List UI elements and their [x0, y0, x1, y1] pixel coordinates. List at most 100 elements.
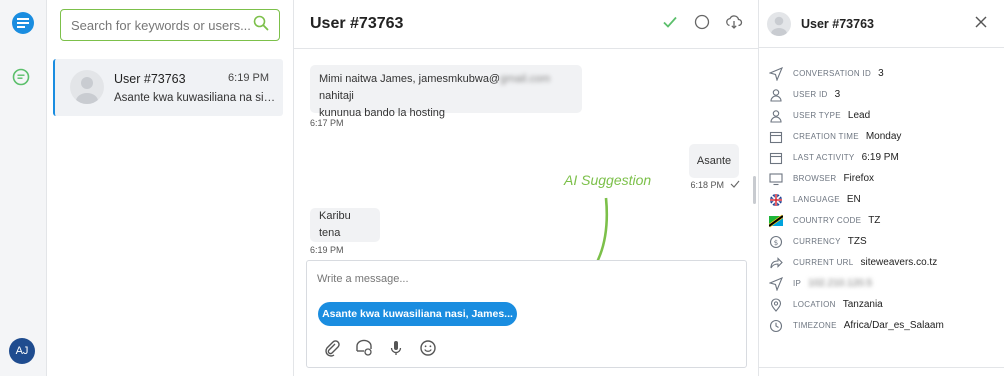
- mark-resolved-check-icon[interactable]: [661, 13, 679, 31]
- user-details-panel: User #73763 Conversation ID 3 User ID 3 …: [759, 0, 1004, 376]
- detail-row-browser: Browser Firefox: [769, 168, 944, 189]
- delivered-check-icon: [730, 180, 740, 190]
- detail-value-redacted: 102.210.120.5: [808, 278, 873, 289]
- detail-label: IP: [793, 279, 802, 288]
- detail-label: Browser: [793, 174, 837, 183]
- message-email-redacted: gmail.com: [500, 73, 551, 85]
- flag-uk-icon: [769, 193, 783, 207]
- agent-avatar[interactable]: AJ: [9, 338, 35, 364]
- detail-value: 6:19 PM: [861, 152, 899, 163]
- detail-row-country-code: Country code TZ: [769, 210, 944, 231]
- details-header: User #73763: [759, 0, 1004, 48]
- detail-value: EN: [846, 194, 861, 205]
- ai-suggestion-chip[interactable]: Asante kwa kuwasiliana nasi, James...: [318, 302, 517, 326]
- detail-row-language: Language EN: [769, 189, 944, 210]
- app-logo-icon[interactable]: [12, 12, 34, 34]
- message-time: 6:18 PM: [690, 180, 724, 190]
- detail-row-creation-time: Creation time Monday: [769, 126, 944, 147]
- detail-label: Language: [793, 195, 840, 204]
- detail-row-current-url: Current URL siteweavers.co.tz: [769, 252, 944, 273]
- clock-icon: [769, 319, 783, 333]
- detail-row-timezone: Timezone Africa/Dar_es_Salaam: [769, 315, 944, 336]
- calendar-icon: [769, 151, 783, 165]
- detail-row-currency: $ Currency TZS: [769, 231, 944, 252]
- detail-value[interactable]: siteweavers.co.tz: [861, 257, 938, 268]
- send-icon: [769, 66, 783, 81]
- detail-label: Location: [793, 300, 836, 309]
- message-bubble-user: Karibu tena: [310, 208, 380, 242]
- detail-row-conversation-id: Conversation ID 3: [769, 63, 944, 84]
- status-circle-icon[interactable]: [693, 13, 711, 31]
- message-time: 6:19 PM: [310, 245, 344, 255]
- saved-replies-icon[interactable]: [355, 339, 373, 357]
- user-avatar: [70, 70, 104, 104]
- flag-tz-icon: [769, 214, 783, 228]
- detail-value: Lead: [847, 110, 871, 121]
- close-icon[interactable]: [974, 15, 988, 29]
- message-text: nahitaji: [319, 90, 354, 102]
- detail-label: Conversation ID: [793, 69, 872, 78]
- chat-panel: User #73763 Mimi naitwa James, jamesmkub…: [294, 0, 759, 376]
- detail-value: 3: [878, 68, 884, 79]
- emoji-icon[interactable]: [419, 339, 437, 357]
- detail-label: User ID: [793, 90, 828, 99]
- search-icon[interactable]: [253, 15, 269, 36]
- message-composer: Asante kwa kuwasiliana nasi, James...: [306, 260, 747, 368]
- message-text: Mimi naitwa James, jamesmkubwa@: [319, 73, 501, 85]
- chat-title: User #73763: [310, 15, 404, 32]
- detail-row-ip: IP 102.210.120.5: [769, 273, 944, 294]
- detail-value: TZ: [868, 215, 881, 226]
- message-bubble-agent: Asante: [689, 144, 739, 178]
- cloud-download-icon[interactable]: [725, 13, 743, 31]
- detail-value: 3: [834, 89, 841, 100]
- detail-label: Timezone: [793, 321, 837, 330]
- send-icon: [769, 276, 783, 291]
- detail-value: Tanzania: [842, 299, 883, 310]
- chat-scrollbar[interactable]: [753, 176, 756, 204]
- message-text: Asante: [696, 154, 732, 167]
- conversation-time: 6:19 PM: [228, 72, 269, 84]
- detail-row-location: Location Tanzania: [769, 294, 944, 315]
- detail-value: TZS: [847, 236, 867, 247]
- share-icon: [769, 256, 783, 270]
- detail-row-user-id: User ID 3: [769, 84, 944, 105]
- divider: [759, 367, 1004, 368]
- conversation-preview: Asante kwa kuwasiliana na sisi, James: [114, 92, 279, 104]
- currency-icon: $: [769, 235, 783, 249]
- detail-label: Last activity: [793, 153, 855, 162]
- message-time: 6:17 PM: [310, 118, 344, 128]
- user-avatar: [767, 12, 791, 36]
- message-bubble-user: Mimi naitwa James, jamesmkubwa@gmail.com…: [310, 65, 582, 119]
- conversation-list-panel: User #73763 6:19 PM Asante kwa kuwasilia…: [47, 0, 294, 376]
- conversation-name: User #73763: [114, 72, 186, 86]
- details-user-name: User #73763: [801, 17, 874, 31]
- message-input[interactable]: [317, 273, 617, 285]
- detail-label: User type: [793, 111, 841, 120]
- microphone-icon[interactable]: [387, 339, 405, 357]
- location-icon: [769, 297, 783, 312]
- chat-header: User #73763: [294, 0, 759, 49]
- detail-value: Firefox: [843, 173, 874, 184]
- detail-label: Currency: [793, 237, 841, 246]
- conversations-icon[interactable]: [12, 68, 30, 86]
- conversation-list-item[interactable]: User #73763 6:19 PM Asante kwa kuwasilia…: [53, 59, 283, 116]
- detail-label: Current URL: [793, 258, 854, 267]
- detail-label: Creation time: [793, 132, 859, 141]
- detail-row-user-type: User type Lead: [769, 105, 944, 126]
- search-input[interactable]: [71, 17, 253, 33]
- details-list: Conversation ID 3 User ID 3 User type Le…: [769, 63, 944, 336]
- svg-text:$: $: [774, 238, 778, 246]
- detail-value: Monday: [865, 131, 902, 142]
- attachment-icon[interactable]: [323, 339, 341, 357]
- app-rail: AJ: [0, 0, 47, 376]
- ai-suggestion-label: AI Suggestion: [564, 172, 652, 188]
- detail-label: Country code: [793, 216, 862, 225]
- user-icon: [769, 88, 783, 102]
- search-box: [60, 9, 280, 41]
- detail-row-last-activity: Last activity 6:19 PM: [769, 147, 944, 168]
- message-text: kununua bando la hosting: [319, 107, 445, 119]
- message-text: Karibu tena: [319, 210, 351, 239]
- calendar-icon: [769, 130, 783, 144]
- user-icon: [769, 109, 783, 123]
- detail-value: Africa/Dar_es_Salaam: [843, 320, 944, 331]
